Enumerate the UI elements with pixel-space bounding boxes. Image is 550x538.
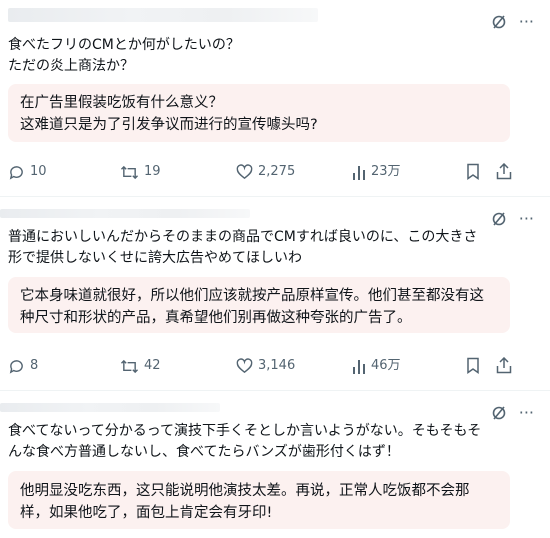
share-button[interactable] [496, 357, 512, 374]
post-2-tools: ··· [491, 209, 534, 228]
like-count: 3,146 [258, 358, 296, 373]
repost-icon [120, 359, 139, 373]
repost-count: 42 [144, 358, 161, 373]
views-count: 46万 [371, 358, 401, 373]
repost-count: 19 [144, 164, 161, 179]
repost-button[interactable]: 19 [120, 163, 161, 181]
reply-button[interactable]: 8 [8, 357, 38, 375]
post-3[interactable]: ··· 食べてないって分かるって演技下手くそとしか言いようがない。そもそもそ ん… [0, 391, 550, 538]
grok-icon[interactable] [491, 211, 507, 227]
post-2[interactable]: ··· 普通においしいんだからそのままの商品でCMすれば良いのに、この大きさ 形… [0, 197, 550, 387]
action-bar: 8 42 3,146 46万 [0, 357, 550, 377]
like-button[interactable]: 3,146 [236, 357, 295, 375]
more-icon[interactable]: ··· [519, 12, 534, 31]
views-button[interactable]: 46万 [352, 357, 401, 375]
post-text: 食べてないって分かるって演技下手くそとしか言いようがない。そもそもそ んな食べ方… [8, 423, 482, 460]
reply-icon [9, 359, 23, 374]
redacted-author [8, 8, 318, 22]
post-1-tools: ··· [491, 12, 534, 31]
views-button[interactable]: 23万 [352, 163, 401, 181]
reply-button[interactable]: 10 [8, 163, 47, 181]
more-icon[interactable]: ··· [519, 403, 534, 422]
share-button[interactable] [496, 163, 512, 180]
share-icon [496, 163, 512, 180]
post-text: 食べたフリのCMとか何がしたいの？ ただの炎上商法か？ [8, 37, 240, 74]
redacted-author [0, 209, 250, 218]
redacted-author [0, 403, 220, 412]
post-text: 普通においしいんだからそのままの商品でCMすれば良いのに、この大きさ 形で提供し… [8, 229, 478, 266]
repost-button[interactable]: 42 [120, 357, 161, 375]
views-icon [353, 359, 365, 374]
action-bar: 10 19 2,275 23万 [0, 163, 550, 183]
translation-box: 它本身味道就很好，所以他们应该就按产品原样宣传。他们甚至都没有这 种尺寸和形状的… [8, 277, 510, 333]
views-icon [353, 165, 365, 180]
post-3-tools: ··· [491, 403, 534, 422]
like-button[interactable]: 2,275 [236, 163, 295, 181]
bookmark-icon [467, 357, 479, 374]
share-icon [496, 357, 512, 374]
repost-icon [120, 165, 139, 179]
bookmark-button[interactable] [466, 357, 480, 374]
bookmark-icon [467, 163, 479, 180]
more-icon[interactable]: ··· [519, 209, 534, 228]
reply-count: 10 [30, 164, 47, 179]
translation-box: 在广告里假装吃饭有什么意义？ 这难道只是为了引发争议而进行的宣传噱头吗? [8, 84, 510, 142]
grok-icon[interactable] [491, 405, 507, 421]
translation-box: 他明显没吃东西，这只能说明他演技太差。再说，正常人吃饭都不会那 样，如果他吃了，… [8, 471, 510, 529]
grok-icon[interactable] [491, 14, 507, 30]
views-count: 23万 [371, 164, 401, 179]
like-icon [236, 358, 253, 374]
reply-count: 8 [30, 358, 39, 373]
post-1[interactable]: ··· 食べたフリのCMとか何がしたいの？ ただの炎上商法か？ 在广告里假装吃饭… [0, 0, 550, 190]
like-count: 2,275 [258, 164, 296, 179]
reply-icon [9, 165, 23, 180]
bookmark-button[interactable] [466, 163, 480, 180]
like-icon [236, 164, 253, 180]
